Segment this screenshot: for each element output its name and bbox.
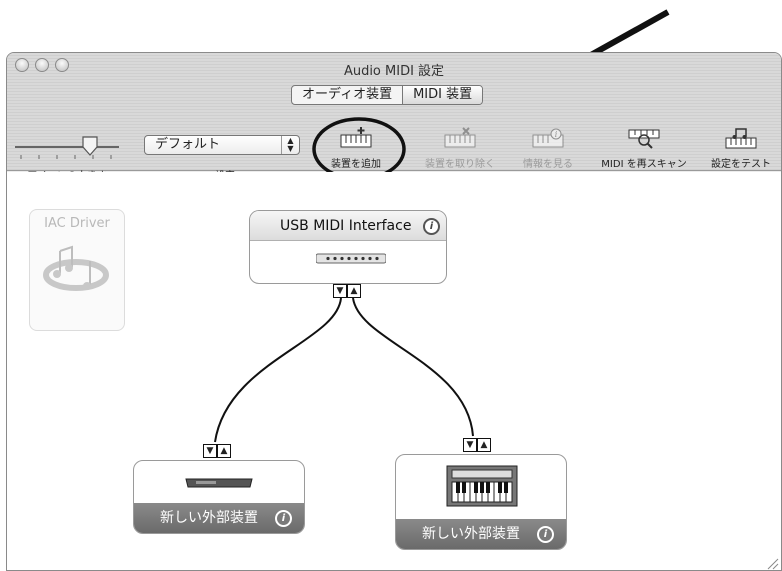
configuration-popup[interactable]: デフォルト ▲ ▼ <box>144 135 300 155</box>
usb-interface-ports[interactable]: ▼ ▲ <box>333 284 361 298</box>
external-2-in-port-icon[interactable]: ▼ <box>463 438 477 452</box>
resize-grip-icon[interactable] <box>765 556 779 570</box>
device-type-tabs: オーディオ装置 MIDI 装置 <box>291 85 484 105</box>
usb-midi-interface-device[interactable]: USB MIDI Interface i <box>249 210 447 284</box>
svg-text:i: i <box>555 130 558 139</box>
iac-driver-icon <box>43 245 109 291</box>
audio-midi-window: Audio MIDI 設定 オーディオ装置 MIDI 装置 アイコンの大きさ デ… <box>6 52 782 571</box>
external-2-out-port-icon[interactable]: ▲ <box>477 438 491 452</box>
external-1-in-port-icon[interactable]: ▼ <box>203 444 217 458</box>
show-info-label: 情報を見る <box>523 159 573 170</box>
usb-midi-interface-name: USB MIDI Interface <box>250 211 446 241</box>
usb-in-port-icon[interactable]: ▲ <box>347 284 361 298</box>
remove-device-icon <box>444 127 476 148</box>
rescan-midi-icon <box>628 129 660 149</box>
remove-device-button[interactable]: 装置を取り除く <box>419 127 501 170</box>
window-title: Audio MIDI 設定 <box>343 64 445 79</box>
tab-audio-devices[interactable]: オーディオ装置 <box>292 86 402 104</box>
external-device-1[interactable]: 新しい外部装置 i <box>133 460 305 534</box>
external-2-ports[interactable]: ▼ ▲ <box>463 438 491 452</box>
midi-device-canvas: IAC Driver USB MIDI Interface i ▼ ▲ ▼ ▲ <box>7 172 781 570</box>
external-device-2[interactable]: 新しい外部装置 i <box>395 454 567 550</box>
rescan-midi-label: MIDI を再スキャン <box>601 159 687 170</box>
show-info-button[interactable]: i 情報を見る <box>519 127 577 170</box>
usb-out-port-icon[interactable]: ▼ <box>333 284 347 298</box>
external-1-ports[interactable]: ▼ ▲ <box>203 444 231 458</box>
external-1-info-icon[interactable]: i <box>275 510 292 527</box>
test-setup-icon <box>725 128 757 149</box>
remove-device-label: 装置を取り除く <box>425 159 495 170</box>
usb-interface-info-icon[interactable]: i <box>423 218 440 235</box>
external-2-info-icon[interactable]: i <box>537 526 554 543</box>
configuration-value: デフォルト <box>155 137 221 152</box>
cable-to-external-1 <box>214 297 342 443</box>
keyboard-synth-icon <box>446 465 518 507</box>
external-1-out-port-icon[interactable]: ▲ <box>217 444 231 458</box>
popup-arrows-icon: ▲ ▼ <box>281 136 299 154</box>
iac-driver-name: IAC Driver <box>44 216 110 231</box>
slider-thumb-icon <box>82 136 98 156</box>
test-setup-button[interactable]: 設定をテスト <box>703 127 779 170</box>
cable-to-external-2 <box>352 297 474 437</box>
rack-module-icon <box>185 478 253 488</box>
iac-driver-device[interactable]: IAC Driver <box>29 209 125 331</box>
test-setup-label: 設定をテスト <box>711 159 771 170</box>
rescan-midi-button[interactable]: MIDI を再スキャン <box>597 127 691 170</box>
show-info-icon: i <box>532 128 564 148</box>
titlebar: Audio MIDI 設定 オーディオ装置 MIDI 装置 アイコンの大きさ デ… <box>7 53 781 182</box>
midi-interface-hardware-icon <box>316 253 386 264</box>
tab-midi-devices[interactable]: MIDI 装置 <box>402 86 483 104</box>
